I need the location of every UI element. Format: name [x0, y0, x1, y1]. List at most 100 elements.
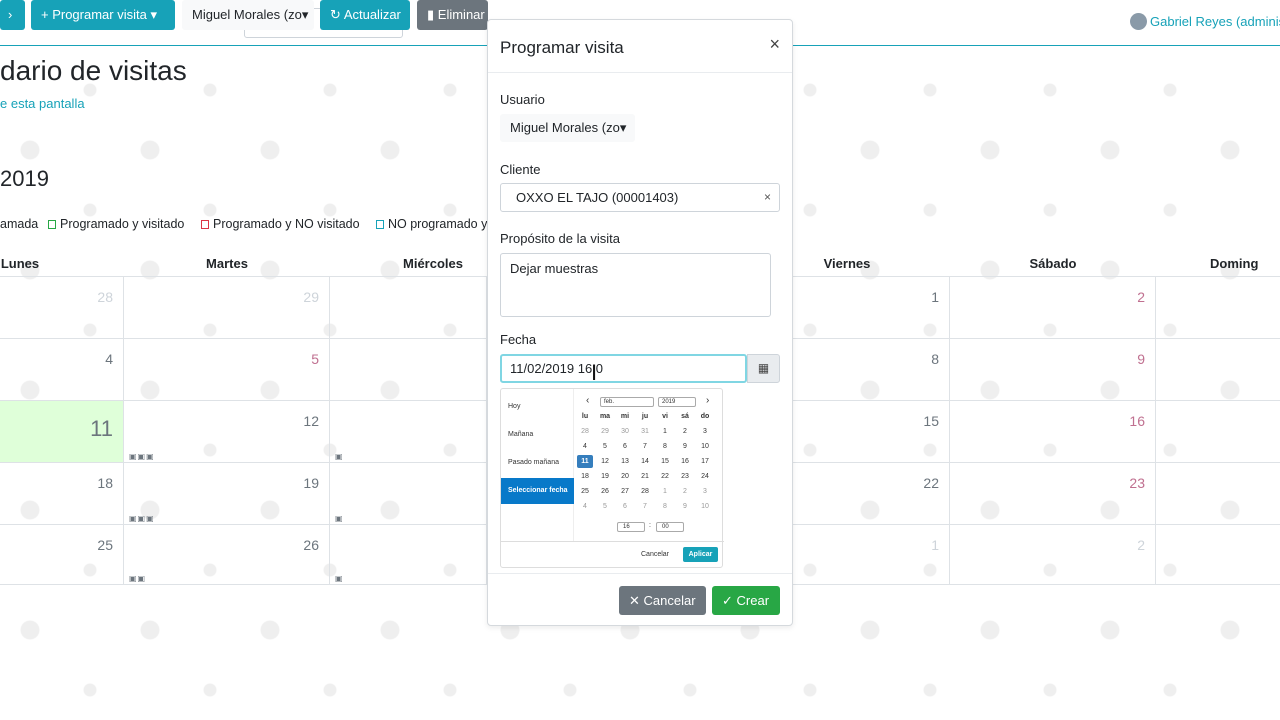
calendar-day[interactable] [330, 277, 487, 339]
picker-day[interactable]: 24 [697, 470, 713, 483]
clear-icon[interactable]: × [764, 184, 771, 211]
month-select[interactable]: feb. [600, 397, 654, 407]
visit-icons[interactable]: ▣ [335, 574, 344, 583]
calendar-day[interactable]: 9 [950, 339, 1156, 401]
visit-icons[interactable]: ▣▣▣ [129, 514, 155, 523]
range-hoy[interactable]: Hoy [501, 394, 574, 420]
year-select[interactable]: 2019 [658, 397, 696, 407]
picker-day[interactable]: 31 [637, 425, 653, 438]
picker-day[interactable]: 22 [657, 470, 673, 483]
calendar-day[interactable]: 25 [0, 525, 124, 585]
picker-day[interactable]: 3 [697, 425, 713, 438]
fecha-input[interactable]: 11/02/2019 16:0 [500, 354, 747, 383]
range-manana[interactable]: Mañana [501, 422, 574, 448]
calendar-day[interactable]: ▣ [330, 525, 487, 585]
picker-day[interactable]: 3 [697, 485, 713, 498]
calendar-day-today[interactable]: 11 [0, 401, 124, 463]
picker-day[interactable]: 9 [677, 500, 693, 513]
hour-select[interactable]: 16 [617, 522, 645, 532]
calendar-day[interactable]: 18 [0, 463, 124, 525]
close-icon[interactable]: × [769, 34, 780, 55]
picker-day[interactable]: 7 [637, 500, 653, 513]
picker-day[interactable]: 15 [657, 455, 673, 468]
visit-icons[interactable]: ▣▣ [129, 574, 146, 583]
picker-day[interactable]: 14 [637, 455, 653, 468]
cancel-button[interactable]: ✕ Cancelar [619, 586, 706, 615]
picker-day[interactable]: 20 [617, 470, 633, 483]
calendar-day[interactable] [1156, 339, 1280, 401]
picker-day[interactable]: 7 [637, 440, 653, 453]
picker-day[interactable]: 11 [577, 455, 593, 468]
picker-day[interactable]: 23 [677, 470, 693, 483]
picker-day[interactable]: 12 [597, 455, 613, 468]
picker-day[interactable]: 4 [577, 440, 593, 453]
visit-icons[interactable]: ▣▣▣ [129, 452, 155, 461]
delete-button[interactable]: ▮ Eliminar [417, 0, 488, 30]
picker-day[interactable]: 1 [657, 425, 673, 438]
picker-day[interactable]: 8 [657, 500, 673, 513]
picker-apply-button[interactable]: Aplicar [683, 547, 718, 562]
picker-day[interactable]: 17 [697, 455, 713, 468]
calendar-day[interactable] [1156, 277, 1280, 339]
picker-day[interactable]: 27 [617, 485, 633, 498]
picker-day[interactable]: 30 [617, 425, 633, 438]
calendar-icon[interactable]: ▦ [747, 354, 780, 383]
usuario-select[interactable]: Miguel Morales (zo▾ [500, 114, 635, 142]
calendar-day[interactable]: 12 ▣▣▣ [124, 401, 330, 463]
picker-day[interactable]: 2 [677, 425, 693, 438]
picker-day[interactable]: 28 [637, 485, 653, 498]
prev-month-icon[interactable]: ‹ [586, 395, 589, 406]
picker-day[interactable]: 1 [657, 485, 673, 498]
visit-icons[interactable]: ▣ [335, 452, 344, 461]
calendar-day[interactable] [1156, 401, 1280, 463]
range-seleccionar-fecha[interactable]: Seleccionar fecha [501, 478, 574, 504]
calendar-day[interactable]: 28 [0, 277, 124, 339]
picker-day[interactable]: 13 [617, 455, 633, 468]
picker-cancel-button[interactable]: Cancelar [641, 551, 669, 558]
picker-day[interactable]: 6 [617, 440, 633, 453]
picker-day[interactable]: 4 [577, 500, 593, 513]
calendar-day[interactable]: 26 ▣▣ [124, 525, 330, 585]
calendar-day[interactable]: 29 [124, 277, 330, 339]
picker-day[interactable]: 9 [677, 440, 693, 453]
calendar-day[interactable] [330, 339, 487, 401]
picker-day[interactable]: 25 [577, 485, 593, 498]
picker-day[interactable]: 29 [597, 425, 613, 438]
picker-day[interactable]: 8 [657, 440, 673, 453]
picker-day[interactable]: 2 [677, 485, 693, 498]
calendar-day[interactable]: 2 [950, 277, 1156, 339]
calendar-day[interactable] [1156, 525, 1280, 585]
picker-day[interactable]: 18 [577, 470, 593, 483]
visit-icons[interactable]: ▣ [335, 514, 344, 523]
picker-day[interactable]: 19 [597, 470, 613, 483]
picker-day[interactable]: 21 [637, 470, 653, 483]
next-month-icon[interactable]: › [706, 395, 709, 406]
calendar-day[interactable]: 16 [950, 401, 1156, 463]
picker-day[interactable]: 10 [697, 500, 713, 513]
program-visit-button[interactable]: + Programar visita ▾ [31, 0, 175, 30]
calendar-day[interactable]: 19 ▣▣▣ [124, 463, 330, 525]
calendar-day[interactable]: ▣ [330, 463, 487, 525]
calendar-day[interactable]: 2 [950, 525, 1156, 585]
calendar-day[interactable] [1156, 463, 1280, 525]
calendar-day[interactable]: 5 [124, 339, 330, 401]
calendar-day[interactable]: ▣ [330, 401, 487, 463]
picker-day[interactable]: 16 [677, 455, 693, 468]
picker-day[interactable]: 26 [597, 485, 613, 498]
refresh-button[interactable]: ↻ Actualizar [320, 0, 410, 30]
calendar-day[interactable]: 23 [950, 463, 1156, 525]
range-pasado-manana[interactable]: Pasado mañana [501, 450, 574, 476]
minute-select[interactable]: 00 [656, 522, 684, 532]
user-filter-select[interactable]: Miguel Morales (zo▾ [182, 0, 314, 30]
proposito-textarea[interactable]: Dejar muestras [500, 253, 771, 317]
picker-day[interactable]: 6 [617, 500, 633, 513]
picker-day[interactable]: 5 [597, 500, 613, 513]
picker-day[interactable]: 28 [577, 425, 593, 438]
calendar-day[interactable]: 4 [0, 339, 124, 401]
cliente-select[interactable]: OXXO EL TAJO (00001403) × [500, 183, 780, 212]
picker-day[interactable]: 5 [597, 440, 613, 453]
user-menu[interactable]: Gabriel Reyes (administ [1130, 13, 1280, 30]
next-button[interactable]: › [0, 0, 25, 30]
help-link[interactable]: e esta pantalla [0, 96, 85, 111]
create-button[interactable]: ✓ Crear [712, 586, 780, 615]
